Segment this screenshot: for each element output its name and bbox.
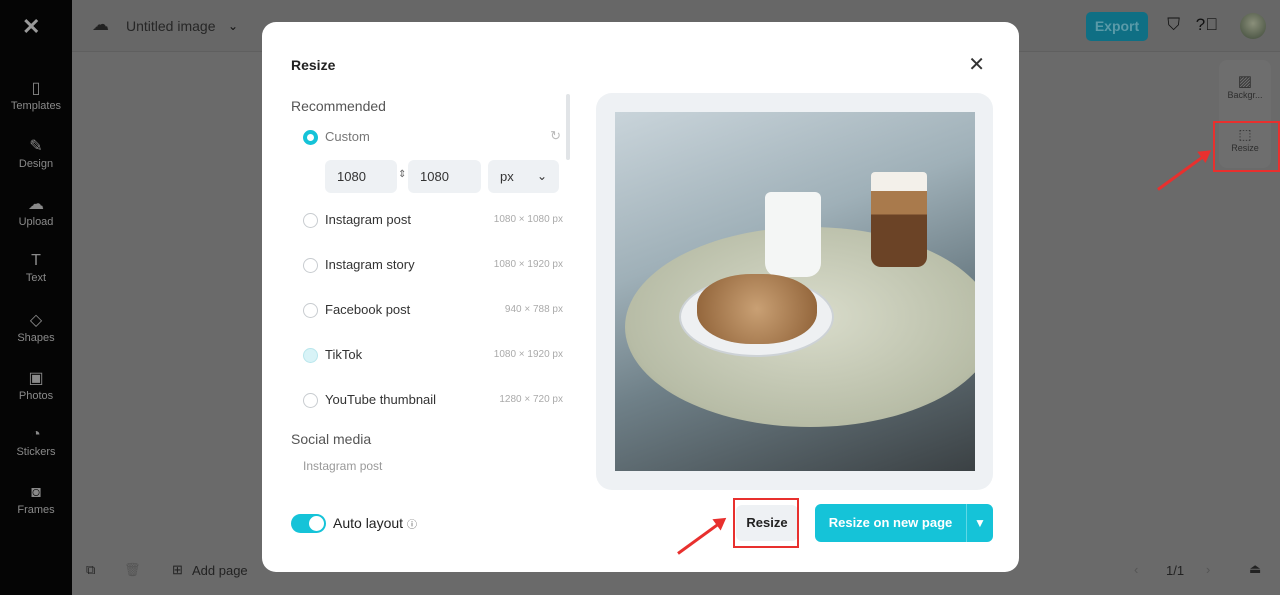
radio[interactable] bbox=[303, 213, 318, 228]
radio[interactable] bbox=[303, 258, 318, 273]
close-icon[interactable]: ✕ bbox=[968, 52, 985, 77]
highlight-box bbox=[1213, 121, 1280, 172]
fit-icon[interactable]: ⏏ bbox=[1249, 561, 1261, 577]
chevron-down-icon[interactable]: ⌄ bbox=[228, 19, 238, 33]
sidebar-item-stickers[interactable]: ◔ Stickers bbox=[0, 426, 72, 458]
preview-image bbox=[615, 112, 975, 471]
section-social-media: Social media bbox=[291, 431, 372, 447]
delete-icon[interactable]: 🗑 bbox=[124, 562, 141, 578]
shapes-icon: ◇ bbox=[29, 312, 43, 329]
sidebar-item-photos[interactable]: ▣ Photos bbox=[0, 368, 72, 402]
lock-ratio-icon[interactable]: ⇕ bbox=[398, 169, 406, 180]
radio[interactable] bbox=[303, 393, 318, 408]
reset-icon[interactable]: ↻ bbox=[550, 128, 561, 144]
option-tiktok[interactable]: TikTok 1080 × 1920 px bbox=[303, 346, 563, 366]
scrollbar[interactable] bbox=[566, 94, 570, 160]
shield-icon[interactable]: ⛉ bbox=[1167, 15, 1180, 35]
stickers-icon: ◔ bbox=[31, 426, 41, 443]
dialog-title: Resize bbox=[291, 57, 336, 73]
text-icon: T bbox=[31, 252, 41, 269]
help-icon[interactable]: ?⃝ bbox=[1196, 15, 1218, 35]
option-instagram-story[interactable]: Instagram story 1080 × 1920 px bbox=[303, 256, 563, 276]
page-indicator: 1/1 bbox=[1166, 563, 1185, 578]
radio-custom[interactable] bbox=[303, 130, 318, 145]
upload-icon: ☁ bbox=[28, 196, 44, 213]
section-recommended: Recommended bbox=[291, 98, 386, 114]
option-custom[interactable]: Custom ↻ bbox=[303, 128, 563, 148]
preview-panel bbox=[596, 93, 993, 490]
background-tool[interactable]: ▨ Backgr... bbox=[1219, 72, 1271, 100]
photo-glass bbox=[765, 192, 821, 277]
capcut-logo: ✕ bbox=[22, 14, 41, 39]
sidebar-item-upload[interactable]: ☁ Upload bbox=[0, 194, 72, 228]
cloud-icon: ☁ bbox=[92, 15, 109, 34]
sidebar-item-shapes[interactable]: ◇ Shapes bbox=[0, 310, 72, 344]
add-page-icon: ⊞ bbox=[172, 562, 183, 577]
option-instagram-post[interactable]: Instagram post 1080 × 1080 px bbox=[303, 211, 563, 231]
background-icon: ▨ bbox=[1237, 73, 1253, 90]
width-input[interactable]: 1080 bbox=[325, 160, 397, 193]
duplicate-page-icon[interactable]: ⧉ bbox=[86, 562, 95, 578]
design-icon: ✎ bbox=[29, 138, 43, 155]
next-page-icon[interactable]: › bbox=[1206, 562, 1210, 577]
sidebar-item-text[interactable]: T Text bbox=[0, 252, 72, 284]
radio[interactable] bbox=[303, 303, 318, 318]
option-facebook-post[interactable]: Facebook post 940 × 788 px bbox=[303, 301, 563, 321]
avatar[interactable] bbox=[1240, 13, 1266, 39]
option-youtube-thumbnail[interactable]: YouTube thumbnail 1280 × 720 px bbox=[303, 391, 563, 411]
sidebar-item-templates[interactable]: ▯ Templates bbox=[0, 78, 72, 112]
chevron-down-icon: ⌄ bbox=[536, 169, 547, 183]
photos-icon: ▣ bbox=[28, 370, 44, 387]
sidebar-item-frames[interactable]: ◙ Frames bbox=[0, 484, 72, 516]
photo-pastry bbox=[697, 274, 817, 344]
prev-page-icon[interactable]: ‹ bbox=[1134, 562, 1138, 577]
annotation-arrow bbox=[1157, 151, 1210, 191]
auto-layout-label: Auto layout ⓘ bbox=[333, 515, 417, 531]
chevron-down-icon[interactable]: ▼ bbox=[966, 504, 993, 542]
templates-icon: ▯ bbox=[31, 80, 41, 97]
height-input[interactable]: 1080 bbox=[408, 160, 481, 193]
export-button[interactable]: Export bbox=[1086, 12, 1148, 41]
social-option-instagram-post[interactable]: Instagram post bbox=[303, 459, 382, 473]
unit-select[interactable]: px ⌄ bbox=[488, 160, 559, 193]
auto-layout-toggle[interactable] bbox=[291, 514, 326, 533]
sidebar-item-design[interactable]: ✎ Design bbox=[0, 136, 72, 170]
resize-dialog: Resize ✕ Recommended Custom ↻ 1080 ⇕ 108… bbox=[262, 22, 1019, 572]
radio[interactable] bbox=[303, 348, 318, 363]
document-title[interactable]: Untitled image bbox=[126, 18, 216, 34]
resize-on-new-page-button[interactable]: Resize on new page ▼ bbox=[815, 504, 993, 542]
sidebar: ✕ ▯ Templates ✎ Design ☁ Upload T Text ◇ Shap… bbox=[0, 0, 72, 595]
highlight-box bbox=[733, 498, 799, 548]
add-page-button[interactable]: Add page bbox=[192, 563, 248, 578]
photo-latte bbox=[871, 172, 927, 267]
info-icon[interactable]: ⓘ bbox=[407, 520, 417, 531]
frames-icon: ◙ bbox=[31, 484, 41, 501]
